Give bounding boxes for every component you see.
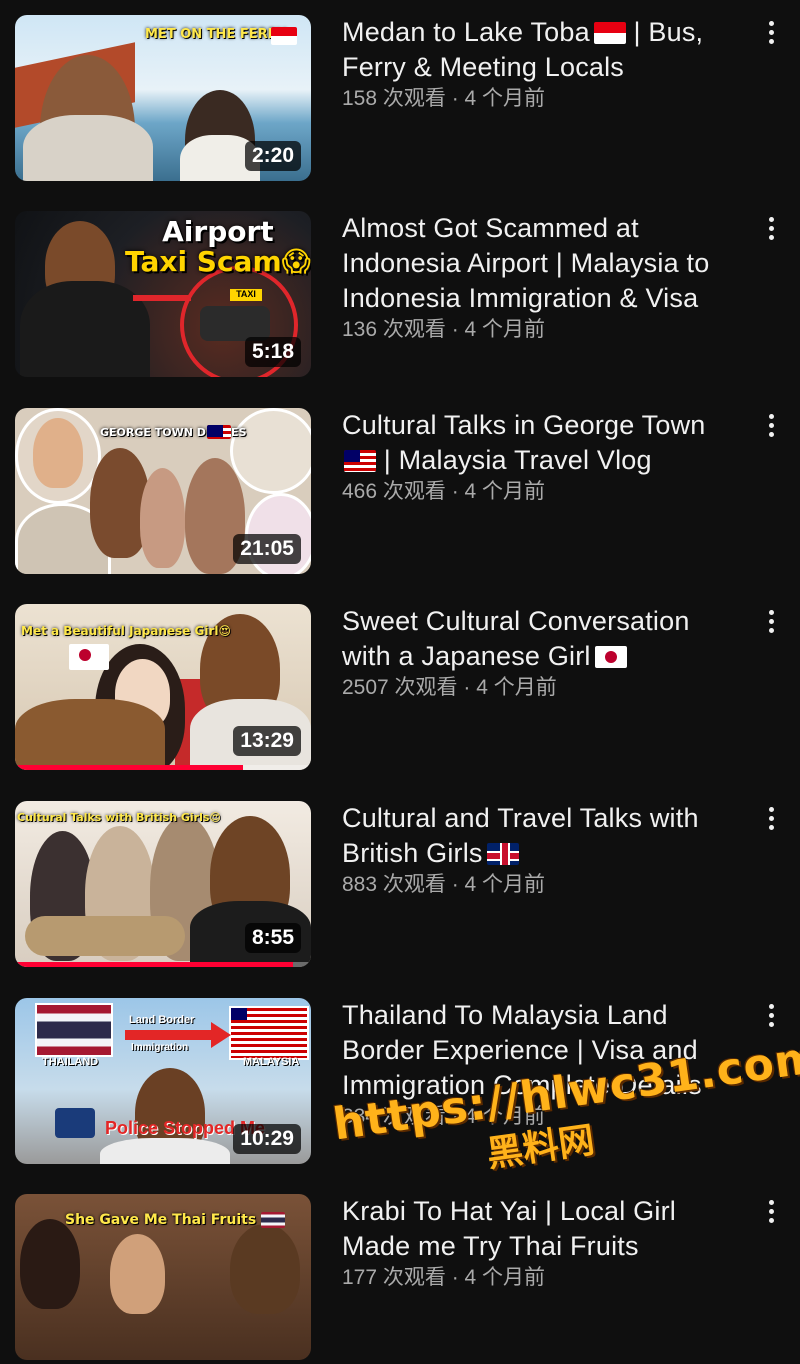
video-item[interactable]: She Gave Me Thai Fruits Krabi To Hat Yai… <box>0 1194 800 1364</box>
video-thumbnail[interactable]: TAXI Airport Taxi Scam😱 5:18 <box>15 211 311 377</box>
watch-progress-bar <box>15 962 294 967</box>
video-title[interactable]: Sweet Cultural Conversation with a Japan… <box>342 604 742 674</box>
video-item[interactable]: THAILAND MALAYSIA Land Border Immigratio… <box>0 998 800 1168</box>
flag-japan-icon <box>69 644 109 670</box>
thumbnail-label-left: THAILAND <box>42 1056 99 1068</box>
video-thumbnail[interactable]: GEORGE TOWN DIARIES 21:05 <box>15 408 311 574</box>
video-title[interactable]: Almost Got Scammed at Indonesia Airport … <box>342 211 742 316</box>
thumbnail-arrow-sublabel: Immigration <box>131 1042 189 1053</box>
flag-malaysia-icon <box>344 450 376 472</box>
video-stats: 466 次观看 · 4 个月前 <box>342 480 546 503</box>
thumbnail-caption: Cultural Talks with British Girls😍 <box>17 811 221 824</box>
flag-malaysia-icon <box>207 425 231 439</box>
flag-uk-icon <box>486 843 519 865</box>
video-thumbnail[interactable]: MET ON THE FERRY 2:20 <box>15 15 311 181</box>
thumbnail-caption: MET ON THE FERRY <box>145 27 287 42</box>
more-options-icon[interactable] <box>758 807 784 843</box>
flag-japan-icon <box>594 646 627 668</box>
video-thumbnail[interactable]: Cultural Talks with British Girls😍 8:55 <box>15 801 311 967</box>
thumbnail-label-right: MALAYSIA <box>243 1056 300 1068</box>
more-options-icon[interactable] <box>758 1004 784 1040</box>
thumbnail-caption: She Gave Me Thai Fruits <box>65 1212 257 1228</box>
flag-indonesia-icon <box>271 27 297 45</box>
watch-progress-bar <box>15 765 243 770</box>
duration-badge: 13:29 <box>233 726 301 756</box>
thumbnail-arrow-label: Land Border <box>129 1014 195 1026</box>
more-options-icon[interactable] <box>758 414 784 450</box>
video-thumbnail[interactable]: She Gave Me Thai Fruits <box>15 1194 311 1360</box>
thumbnail-headline: Airport Taxi Scam😱 <box>125 215 311 278</box>
video-stats: 334 次观看 · 4 个月前 <box>342 1105 546 1128</box>
flag-thailand-icon <box>35 1003 113 1057</box>
duration-badge: 10:29 <box>233 1124 301 1154</box>
video-stats: 136 次观看 · 4 个月前 <box>342 318 546 341</box>
flag-malaysia-icon <box>229 1006 309 1060</box>
video-stats: 177 次观看 · 4 个月前 <box>342 1266 546 1289</box>
video-stats: 2507 次观看 · 4 个月前 <box>342 676 557 699</box>
video-thumbnail[interactable]: THAILAND MALAYSIA Land Border Immigratio… <box>15 998 311 1164</box>
video-title[interactable]: Thailand To Malaysia Land Border Experie… <box>342 998 742 1103</box>
duration-badge: 21:05 <box>233 534 301 564</box>
video-thumbnail[interactable]: Met a Beautiful Japanese Girl😍 13:29 <box>15 604 311 770</box>
taxi-sign: TAXI <box>230 289 262 301</box>
video-title[interactable]: Cultural Talks in George Town | Malaysia… <box>342 408 742 478</box>
video-title[interactable]: Medan to Lake Toba | Bus, Ferry & Meetin… <box>342 15 742 85</box>
video-stats: 883 次观看 · 4 个月前 <box>342 873 546 896</box>
thumbnail-caption: Met a Beautiful Japanese Girl😍 <box>21 624 231 638</box>
duration-badge: 5:18 <box>244 337 301 367</box>
flag-indonesia-icon <box>593 22 626 44</box>
more-options-icon[interactable] <box>758 610 784 646</box>
more-options-icon[interactable] <box>758 21 784 57</box>
video-item[interactable]: MET ON THE FERRY 2:20 Medan to Lake Toba… <box>0 15 800 185</box>
video-title[interactable]: Krabi To Hat Yai | Local Girl Made me Tr… <box>342 1194 742 1264</box>
duration-badge: 8:55 <box>244 923 301 953</box>
video-stats: 158 次观看 · 4 个月前 <box>342 87 546 110</box>
video-title[interactable]: Cultural and Travel Talks with British G… <box>342 801 742 871</box>
more-options-icon[interactable] <box>758 217 784 253</box>
video-item[interactable]: Cultural Talks with British Girls😍 8:55 … <box>0 801 800 971</box>
more-options-icon[interactable] <box>758 1200 784 1236</box>
video-item[interactable]: TAXI Airport Taxi Scam😱 5:18 Almost Got … <box>0 211 800 381</box>
video-item[interactable]: Met a Beautiful Japanese Girl😍 13:29 Swe… <box>0 604 800 774</box>
flag-thailand-icon <box>261 1212 285 1228</box>
duration-badge: 2:20 <box>244 141 301 171</box>
video-item[interactable]: GEORGE TOWN DIARIES 21:05 Cultural Talks… <box>0 408 800 578</box>
